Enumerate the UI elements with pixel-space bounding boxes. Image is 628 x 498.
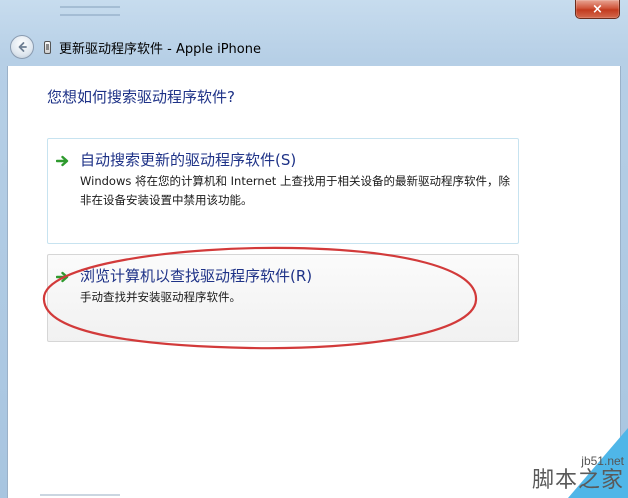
watermark-text: 脚本之家 [531, 468, 624, 493]
close-button[interactable]: × [575, 0, 620, 19]
option-browse-computer[interactable]: 浏览计算机以查找驱动程序软件(R) 手动查找并安装驱动程序软件。 [47, 254, 519, 342]
option-auto-search-description: Windows 将在您的计算机和 Internet 上查找用于相关设备的最新驱动… [80, 174, 510, 207]
window-frame: × 更新驱动程序软件 - Apple iPhone 您想如何搜索驱动程序软件? … [0, 0, 628, 498]
back-button[interactable] [10, 35, 34, 59]
back-arrow-icon [18, 42, 27, 52]
background-window-strip [40, 0, 240, 26]
green-arrow-icon [56, 271, 69, 283]
option-auto-search[interactable]: 自动搜索更新的驱动程序软件(S) Windows 将在您的计算机和 Intern… [47, 138, 519, 244]
iphone-device-icon [44, 40, 51, 54]
option-browse-computer-description: 手动查找并安装驱动程序软件。 [80, 290, 241, 304]
site-watermark: jb51.net 脚本之家 [518, 418, 628, 498]
option-browse-computer-title[interactable]: 浏览计算机以查找驱动程序软件(R) [80, 265, 312, 286]
title-bar: 更新驱动程序软件 - Apple iPhone [6, 28, 622, 66]
background-window-strip [40, 494, 120, 496]
green-arrow-icon [56, 155, 69, 167]
page-heading: 您想如何搜索驱动程序软件? [47, 88, 235, 106]
window-title: 更新驱动程序软件 - Apple iPhone [59, 41, 261, 57]
close-icon: × [592, 1, 603, 17]
option-auto-search-title[interactable]: 自动搜索更新的驱动程序软件(S) [80, 149, 296, 170]
